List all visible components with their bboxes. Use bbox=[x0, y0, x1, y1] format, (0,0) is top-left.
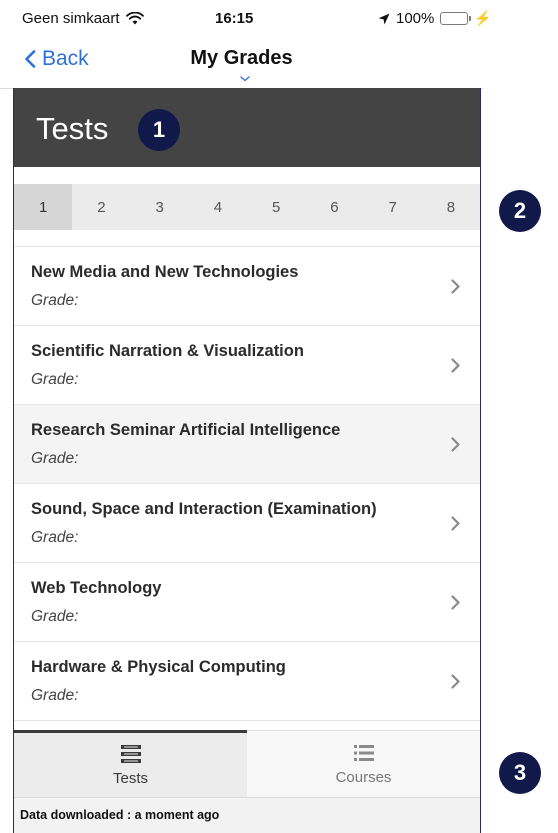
course-item[interactable]: Research Seminar Artificial Intelligence… bbox=[14, 405, 480, 484]
badge-two: 2 bbox=[499, 190, 541, 232]
location-arrow-icon bbox=[378, 13, 390, 24]
course-name: Web Technology bbox=[31, 579, 162, 597]
page-title: My Grades bbox=[190, 47, 293, 69]
chevron-right-icon bbox=[451, 358, 460, 373]
status-bar: Geen simkaart 16:15 100% ⚡ bbox=[0, 0, 492, 36]
course-grade: Grade: bbox=[31, 292, 79, 309]
badge-three: 3 bbox=[499, 752, 541, 794]
period-tab-strip: 1 2 3 4 5 6 7 8 bbox=[14, 184, 480, 230]
period-tab-5[interactable]: 5 bbox=[247, 184, 305, 230]
battery-percent: 100% bbox=[396, 10, 435, 27]
chevron-right-icon bbox=[451, 279, 460, 294]
tests-list-icon bbox=[120, 745, 141, 763]
course-grade: Grade: bbox=[31, 529, 79, 546]
tab-tests-label: Tests bbox=[112, 770, 148, 787]
course-grade: Grade: bbox=[31, 371, 79, 388]
course-grade: Grade: bbox=[31, 687, 79, 704]
tab-tests[interactable]: Tests bbox=[14, 730, 247, 798]
period-tab-1[interactable]: 1 bbox=[14, 184, 73, 230]
course-name: Sound, Space and Interaction (Examinatio… bbox=[31, 500, 377, 518]
course-item[interactable]: Hardware & Physical Computing Grade: bbox=[14, 642, 480, 721]
status-time: 16:15 bbox=[215, 10, 254, 27]
tab-courses[interactable]: Courses bbox=[247, 731, 480, 798]
status-left: Geen simkaart bbox=[22, 10, 144, 27]
course-name: Scientific Narration & Visualization bbox=[31, 342, 304, 360]
navigation-bar: Back My Grades bbox=[0, 36, 483, 89]
period-tab-4[interactable]: 4 bbox=[189, 184, 247, 230]
course-list: New Media and New Technologies Grade: Sc… bbox=[14, 246, 480, 721]
course-item[interactable]: Web Technology Grade: bbox=[14, 563, 480, 642]
wifi-icon bbox=[125, 12, 144, 25]
content-frame: Tests 1 1 2 3 4 5 6 7 8 New Media and Ne… bbox=[13, 88, 481, 833]
course-item[interactable]: Scientific Narration & Visualization Gra… bbox=[14, 326, 480, 405]
app-screen: Geen simkaart 16:15 100% ⚡ Back My Grade… bbox=[0, 0, 558, 833]
tests-header: Tests 1 bbox=[14, 88, 480, 167]
chevron-right-icon bbox=[451, 674, 460, 689]
charging-bolt-icon: ⚡ bbox=[474, 10, 492, 26]
carrier-label: Geen simkaart bbox=[22, 10, 120, 27]
period-tab-3[interactable]: 3 bbox=[131, 184, 189, 230]
period-tab-8[interactable]: 8 bbox=[422, 184, 480, 230]
course-name: Hardware & Physical Computing bbox=[31, 658, 286, 676]
course-grade: Grade: bbox=[31, 608, 79, 625]
period-tab-7[interactable]: 7 bbox=[364, 184, 422, 230]
course-item[interactable]: Sound, Space and Interaction (Examinatio… bbox=[14, 484, 480, 563]
chevron-right-icon bbox=[451, 595, 460, 610]
download-status-bar: Data downloaded : a moment ago bbox=[14, 797, 480, 833]
course-name: Research Seminar Artificial Intelligence bbox=[31, 421, 341, 439]
badge-one: 1 bbox=[138, 109, 180, 151]
tab-courses-label: Courses bbox=[335, 769, 392, 786]
tests-title: Tests bbox=[36, 111, 109, 146]
chevron-down-icon bbox=[240, 76, 250, 82]
battery-icon bbox=[440, 12, 472, 25]
course-item[interactable]: New Media and New Technologies Grade: bbox=[14, 247, 480, 326]
status-right: 100% ⚡ bbox=[378, 10, 492, 27]
period-tab-2[interactable]: 2 bbox=[72, 184, 130, 230]
chevron-right-icon bbox=[451, 437, 460, 452]
period-tab-6[interactable]: 6 bbox=[305, 184, 363, 230]
chevron-right-icon bbox=[451, 516, 460, 531]
bottom-tab-bar: Tests Courses bbox=[14, 730, 480, 798]
download-status-text: Data downloaded : a moment ago bbox=[20, 808, 220, 822]
course-grade: Grade: bbox=[31, 450, 79, 467]
course-name: New Media and New Technologies bbox=[31, 263, 299, 281]
courses-list-icon bbox=[353, 745, 374, 761]
